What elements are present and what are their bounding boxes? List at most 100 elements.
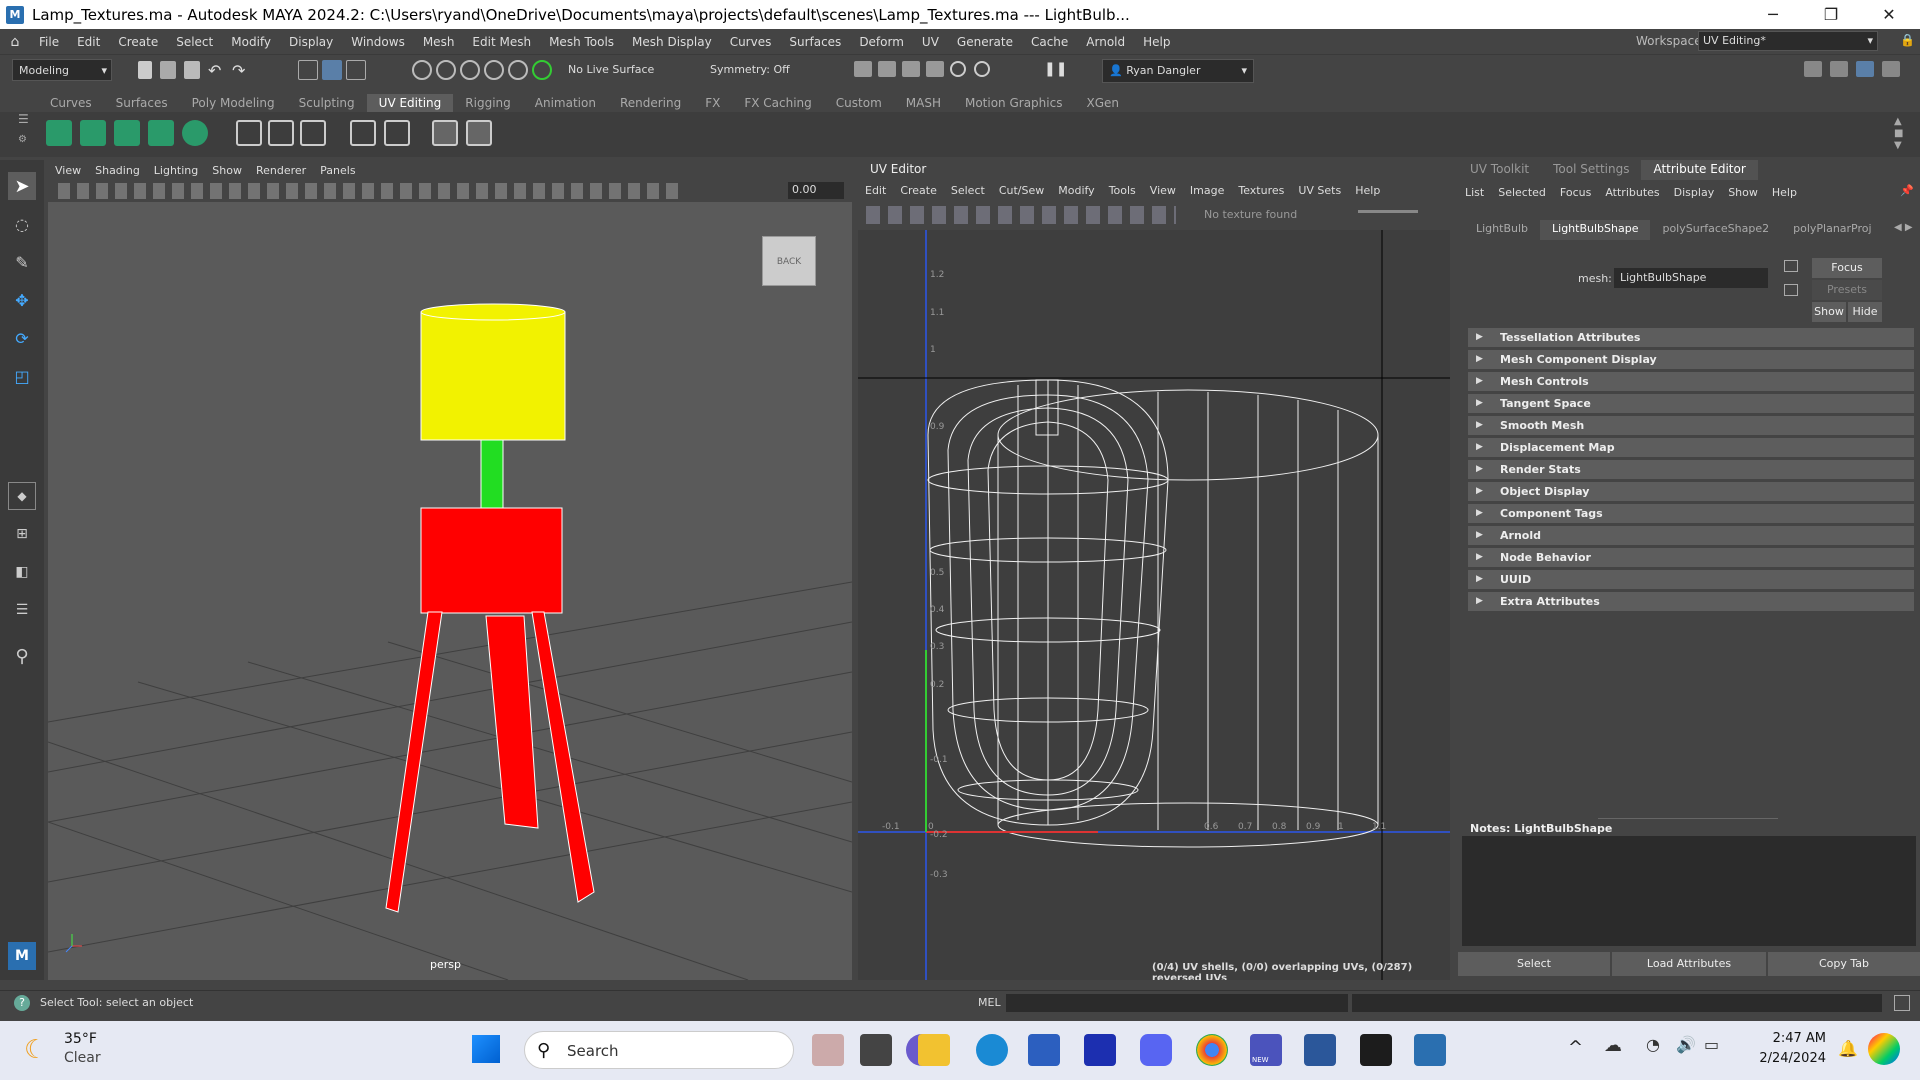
checker-map-icon[interactable] bbox=[432, 120, 458, 146]
shelf-tab-xgen[interactable]: XGen bbox=[1074, 94, 1131, 112]
ae-menu-help[interactable]: Help bbox=[1765, 186, 1804, 199]
menu-create[interactable]: Create bbox=[109, 35, 167, 49]
pen-app-icon[interactable] bbox=[1084, 1034, 1116, 1066]
live-surface-field[interactable]: No Live Surface bbox=[562, 59, 662, 81]
task-view-icon[interactable] bbox=[860, 1034, 892, 1066]
mesh-name-field[interactable]: LightBulbShape bbox=[1614, 268, 1768, 288]
lamp-neck[interactable] bbox=[480, 439, 504, 511]
section-tessellation-attributes[interactable]: Tessellation Attributes bbox=[1468, 328, 1914, 347]
section-smooth-mesh[interactable]: Smooth Mesh bbox=[1468, 416, 1914, 435]
section-mesh-component-display[interactable]: Mesh Component Display bbox=[1468, 350, 1914, 369]
uv-toolbar-icons[interactable] bbox=[866, 206, 1176, 224]
uv-distortion-icon[interactable] bbox=[466, 120, 492, 146]
section-render-stats[interactable]: Render Stats bbox=[1468, 460, 1914, 479]
panel-tab-attribute-editor[interactable]: Attribute Editor bbox=[1641, 160, 1758, 180]
go-to-output-icon[interactable] bbox=[1784, 284, 1798, 296]
attribute-editor-toggle-icon[interactable] bbox=[1856, 61, 1874, 77]
workspace-dropdown[interactable]: UV Editing* ▾ bbox=[1698, 31, 1878, 51]
shelf-tab-animation[interactable]: Animation bbox=[523, 94, 608, 112]
file-explorer-icon[interactable] bbox=[918, 1034, 950, 1066]
help-icon[interactable]: ? bbox=[14, 995, 30, 1011]
uv-menu-uv-sets[interactable]: UV Sets bbox=[1291, 184, 1348, 197]
shelf-tab-rigging[interactable]: Rigging bbox=[453, 94, 522, 112]
lamp-leg-back[interactable] bbox=[485, 615, 539, 829]
section-component-tags[interactable]: Component Tags bbox=[1468, 504, 1914, 523]
uv-menu-tools[interactable]: Tools bbox=[1102, 184, 1143, 197]
node-tab-polysurfaceshape2[interactable]: polySurfaceShape2 bbox=[1650, 220, 1781, 240]
onedrive-cloud-icon[interactable]: ☁ bbox=[1604, 1035, 1622, 1056]
menu-deform[interactable]: Deform bbox=[850, 35, 913, 49]
undo-icon[interactable]: ↶ bbox=[208, 61, 228, 81]
uv-menu-textures[interactable]: Textures bbox=[1231, 184, 1291, 197]
taskbar-search-box[interactable]: ⚲ Search bbox=[524, 1031, 794, 1069]
menu-edit-mesh[interactable]: Edit Mesh bbox=[463, 35, 540, 49]
mel-label[interactable]: MEL bbox=[978, 996, 1001, 1009]
snap-surface-icon[interactable] bbox=[508, 60, 528, 80]
menu-select[interactable]: Select bbox=[167, 35, 222, 49]
copy-tab-button[interactable]: Copy Tab bbox=[1768, 952, 1920, 976]
load-attributes-button[interactable]: Load Attributes bbox=[1612, 952, 1766, 976]
rotate-tool-icon[interactable]: ⟳ bbox=[8, 324, 36, 352]
open-scene-icon[interactable] bbox=[160, 61, 176, 79]
lamp-leg-right[interactable] bbox=[531, 611, 595, 903]
section-uuid[interactable]: UUID bbox=[1468, 570, 1914, 589]
shelf-scroll-arrows-icon[interactable]: ▲ ■ ▼ bbox=[1894, 116, 1903, 152]
paint-select-tool-icon[interactable]: ✎ bbox=[8, 248, 36, 276]
teams-icon[interactable]: NEW bbox=[1250, 1034, 1282, 1066]
ipr-render-icon[interactable] bbox=[926, 61, 944, 77]
pause-icon[interactable]: ❚❚ bbox=[1044, 61, 1067, 81]
spherical-mapping-icon[interactable] bbox=[114, 120, 140, 146]
menu-display[interactable]: Display bbox=[280, 35, 342, 49]
unfold-uv-icon[interactable] bbox=[300, 120, 326, 146]
exposure-field[interactable]: 0.00 bbox=[788, 182, 844, 199]
uv-grid[interactable]: 1.2 1.1 1 0.9 0.5 0.4 0.3 0.2 -0.1 -0.2 -0.3 -0.1 0… bbox=[858, 230, 1450, 980]
tab-scroll-arrows-icon[interactable]: ◀ ▶ bbox=[1894, 222, 1913, 233]
symmetry-dropdown[interactable]: Symmetry: Off bbox=[704, 59, 814, 81]
menu-surfaces[interactable]: Surfaces bbox=[780, 35, 850, 49]
ae-menu-focus[interactable]: Focus bbox=[1553, 186, 1598, 199]
section-displacement-map[interactable]: Displacement Map bbox=[1468, 438, 1914, 457]
planar-mapping-icon[interactable] bbox=[46, 120, 72, 146]
search-icon[interactable]: ⚲ bbox=[8, 642, 36, 670]
snap-point-icon[interactable] bbox=[460, 60, 480, 80]
select-by-object-icon[interactable] bbox=[322, 60, 342, 80]
viewport-menu-show[interactable]: Show bbox=[205, 164, 249, 177]
weather-temp[interactable]: 35°F bbox=[64, 1031, 97, 1047]
single-perspective-layout-icon[interactable]: ◆ bbox=[8, 482, 36, 510]
menu-edit[interactable]: Edit bbox=[68, 35, 109, 49]
persp-outliner-layout-icon[interactable]: ◧ bbox=[8, 558, 36, 586]
menu-arnold[interactable]: Arnold bbox=[1077, 35, 1134, 49]
restore-button[interactable]: ❐ bbox=[1802, 0, 1860, 29]
notification-bell-icon[interactable]: 🔔 bbox=[1838, 1039, 1858, 1058]
discord-icon[interactable] bbox=[1140, 1034, 1172, 1066]
shelf-tab-fx-caching[interactable]: FX Caching bbox=[732, 94, 823, 112]
edge-browser-icon[interactable] bbox=[976, 1034, 1008, 1066]
channel-box-icon[interactable] bbox=[1830, 61, 1848, 77]
node-tab-lightbulbshape[interactable]: LightBulbShape bbox=[1540, 220, 1651, 240]
menu-cache[interactable]: Cache bbox=[1022, 35, 1077, 49]
lamp-body[interactable] bbox=[420, 507, 563, 614]
tool-settings-toggle-icon[interactable] bbox=[1882, 61, 1900, 77]
menu-uv[interactable]: UV bbox=[913, 35, 948, 49]
select-by-hierarchy-icon[interactable] bbox=[298, 60, 318, 80]
user-account-dropdown[interactable]: 👤 Ryan Dangler ▾ bbox=[1102, 59, 1254, 83]
menu-windows[interactable]: Windows bbox=[342, 35, 414, 49]
viewport-menu-view[interactable]: View bbox=[48, 164, 88, 177]
clock-time[interactable]: 2:47 AM bbox=[1748, 1031, 1826, 1046]
hypershade-icon[interactable] bbox=[950, 61, 966, 77]
modeling-toolkit-icon[interactable] bbox=[1804, 61, 1822, 77]
viewport-menu-renderer[interactable]: Renderer bbox=[249, 164, 313, 177]
menu-modify[interactable]: Modify bbox=[222, 35, 280, 49]
shelf-tab-custom[interactable]: Custom bbox=[824, 94, 894, 112]
snap-live-icon[interactable] bbox=[532, 60, 552, 80]
shelf-menu-icon[interactable]: ☰ bbox=[18, 112, 29, 126]
sew-uv-icon[interactable] bbox=[268, 120, 294, 146]
shelf-tab-uv-editing[interactable]: UV Editing bbox=[366, 94, 454, 112]
move-tool-icon[interactable]: ✥ bbox=[8, 286, 36, 314]
outliner-layout-icon[interactable]: ☰ bbox=[8, 596, 36, 624]
clock-date[interactable]: 2/24/2024 bbox=[1748, 1051, 1826, 1066]
chrome-icon[interactable] bbox=[1196, 1034, 1228, 1066]
ae-menu-attributes[interactable]: Attributes bbox=[1598, 186, 1666, 199]
arnold-render-icon[interactable] bbox=[974, 61, 990, 77]
snap-grid-icon[interactable] bbox=[412, 60, 432, 80]
